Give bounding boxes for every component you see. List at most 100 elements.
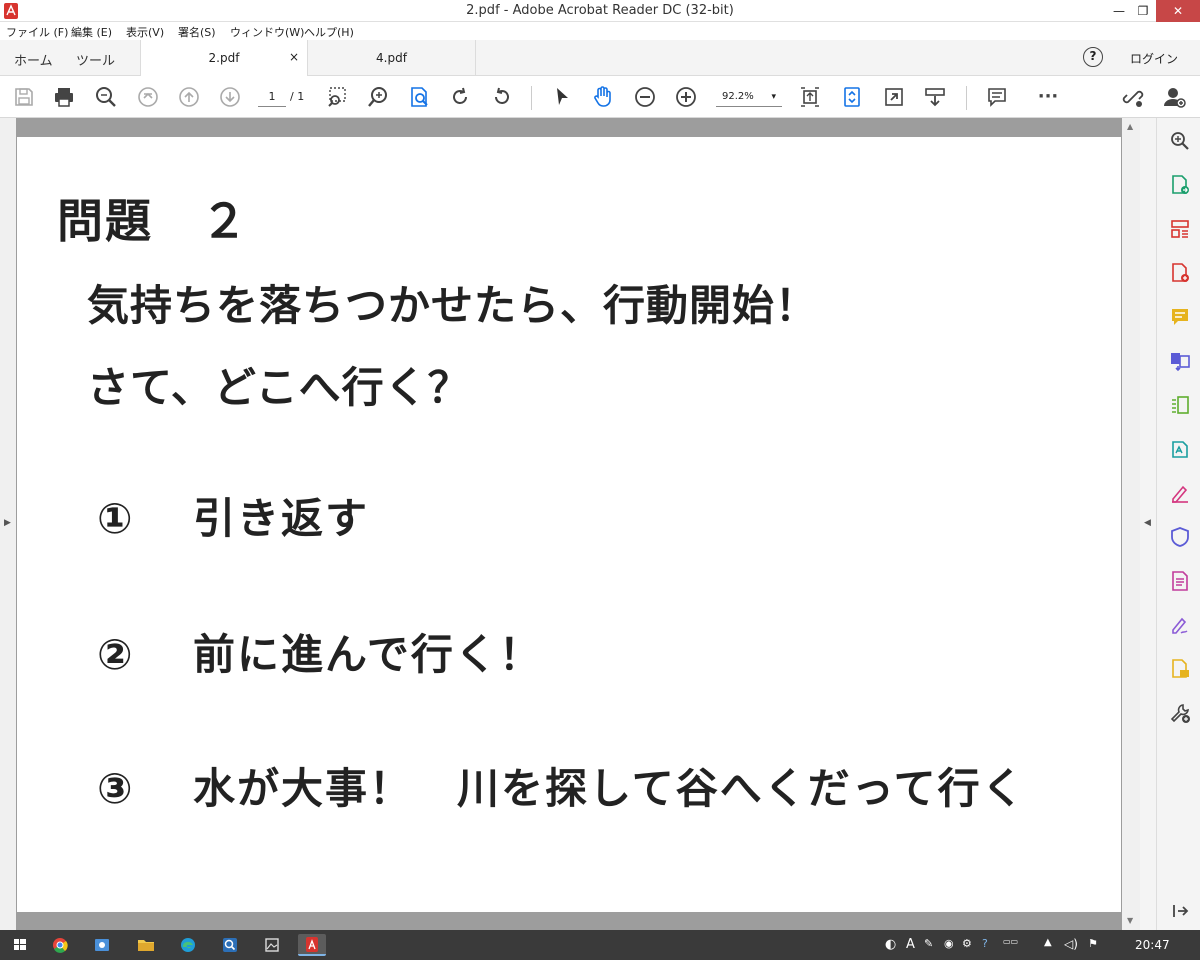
protect-shield-icon[interactable] <box>1169 526 1191 548</box>
combine-files-icon[interactable] <box>1169 350 1191 372</box>
export-pdf-icon[interactable] <box>1169 174 1191 196</box>
doc-tab-4pdf[interactable]: 4.pdf <box>308 40 476 76</box>
minimize-button[interactable]: — <box>1108 0 1130 22</box>
network-flag-icon[interactable]: ⚑ <box>1088 937 1098 950</box>
toolbar-divider <box>531 86 532 110</box>
vertical-scrollbar[interactable]: ▲ ▼ <box>1122 118 1140 930</box>
zoom-icon[interactable] <box>366 85 390 109</box>
zoom-value: 92.2% <box>722 91 754 102</box>
volume-icon[interactable]: ◁) <box>1064 937 1078 951</box>
taskbar-clock[interactable]: 20:47 <box>1135 938 1170 952</box>
file-explorer-icon[interactable] <box>132 934 160 956</box>
fit-page-icon[interactable] <box>798 85 822 109</box>
window-title: 2.pdf - Adobe Acrobat Reader DC (32-bit) <box>466 3 734 18</box>
close-tab-icon[interactable]: × <box>289 50 299 64</box>
fill-sign-icon[interactable] <box>1169 438 1191 460</box>
certificate-sign-icon[interactable] <box>1169 614 1191 636</box>
tray-settings-icon[interactable]: ⚙ <box>962 937 972 950</box>
close-window-button[interactable]: ✕ <box>1156 0 1200 22</box>
send-for-signature-icon[interactable] <box>1169 482 1191 504</box>
menu-window[interactable]: ウィンドウ(W) <box>230 24 304 40</box>
tray-app-icon[interactable]: ◐ <box>885 937 896 952</box>
option-2: ② 前に進んで行く！ <box>97 621 543 682</box>
right-pane-collapse[interactable]: ◀ <box>1140 118 1156 930</box>
question-line-1: 気持ちを落ちつかせたら、行動開始！ <box>87 281 819 330</box>
enhance-zoom-icon[interactable] <box>1169 130 1191 152</box>
tab-bar: ホーム ツール 2.pdf × 4.pdf <box>0 40 1200 76</box>
add-comment-icon[interactable] <box>1169 306 1191 328</box>
rotate-clockwise-icon[interactable] <box>448 85 472 109</box>
tray-expand-icon[interactable]: ▲ <box>1044 937 1052 948</box>
search-app-icon[interactable] <box>216 934 244 956</box>
search-icon[interactable] <box>94 85 118 109</box>
doc-tab-label: 2.pdf <box>208 51 240 65</box>
full-screen-icon[interactable] <box>882 85 906 109</box>
image-viewer-icon[interactable] <box>258 934 286 956</box>
first-page-icon[interactable] <box>136 85 160 109</box>
option-number: ② <box>97 630 135 679</box>
zoom-out-icon[interactable] <box>633 85 657 109</box>
stamp-icon[interactable] <box>1169 658 1191 680</box>
tray-kana-icon[interactable]: ▭▭ <box>1003 937 1018 946</box>
marquee-zoom-icon[interactable] <box>326 85 350 109</box>
more-tools-icon[interactable]: ··· <box>1036 86 1060 110</box>
comment-icon[interactable] <box>985 85 1009 109</box>
option-text: 前に進んで行く！ <box>193 630 543 679</box>
forms-icon[interactable] <box>1169 570 1191 592</box>
share-link-icon[interactable] <box>1121 85 1145 109</box>
hand-tool-icon[interactable] <box>591 85 615 109</box>
title-bar: 2.pdf - Adobe Acrobat Reader DC (32-bit)… <box>0 0 1200 22</box>
edit-pdf-icon[interactable] <box>1169 394 1191 416</box>
scroll-down-icon[interactable]: ▼ <box>1127 916 1133 925</box>
option-3: ③ 水が大事！ 川を探して谷へくだって行く <box>97 755 1026 816</box>
ime-mode-indicator[interactable]: A <box>906 937 915 952</box>
menu-view[interactable]: 表示(V) <box>126 24 164 40</box>
tab-home[interactable]: ホーム <box>14 50 53 69</box>
app-window-icon[interactable] <box>88 934 116 956</box>
chrome-icon[interactable] <box>46 934 74 956</box>
pdf-page: 問題 ２ 気持ちを落ちつかせたら、行動開始！ さて、どこへ行く？ ① 引き返す ②… <box>17 137 1121 912</box>
rotate-counterclockwise-icon[interactable] <box>490 85 514 109</box>
zoom-in-icon[interactable] <box>674 85 698 109</box>
read-mode-icon[interactable] <box>923 85 947 109</box>
next-page-icon[interactable] <box>218 85 242 109</box>
tab-tools[interactable]: ツール <box>76 50 115 69</box>
acrobat-taskbar-icon[interactable] <box>298 934 326 956</box>
restore-button[interactable]: ❐ <box>1132 0 1154 22</box>
option-number: ① <box>97 494 135 543</box>
login-link[interactable]: ログイン <box>1130 50 1178 67</box>
find-text-icon[interactable] <box>408 85 432 109</box>
zoom-level-dropdown[interactable]: 92.2% ▾ <box>716 87 782 107</box>
page-number-input[interactable]: 1 <box>258 87 286 107</box>
scroll-mode-icon[interactable] <box>840 85 864 109</box>
save-icon[interactable] <box>12 85 36 109</box>
windows-start-icon[interactable] <box>6 934 34 956</box>
menu-sign[interactable]: 署名(S) <box>178 24 216 40</box>
menu-bar: ファイル (F) 編集 (E) 表示(V) 署名(S) ウィンドウ(W) ヘルプ… <box>0 22 1200 40</box>
option-number: ③ <box>97 764 135 813</box>
menu-file[interactable]: ファイル (F) <box>6 24 68 40</box>
tray-dictionary-icon[interactable]: ◉ <box>944 937 954 950</box>
question-line-2: さて、どこへ行く？ <box>87 363 471 412</box>
option-1: ① 引き返す <box>97 485 369 546</box>
collapse-pane-icon[interactable] <box>1169 900 1191 922</box>
create-pdf-icon[interactable] <box>1169 262 1191 284</box>
doc-tab-2pdf[interactable]: 2.pdf × <box>140 40 308 76</box>
chevron-left-icon: ◀ <box>1144 518 1151 528</box>
scroll-up-icon[interactable]: ▲ <box>1127 122 1133 131</box>
menu-help[interactable]: ヘルプ(H) <box>304 24 354 40</box>
edge-browser-icon[interactable] <box>174 934 202 956</box>
organize-pages-icon[interactable] <box>1169 218 1191 240</box>
print-icon[interactable] <box>52 85 76 109</box>
select-cursor-icon[interactable] <box>550 85 574 109</box>
prev-page-icon[interactable] <box>177 85 201 109</box>
tray-help-icon[interactable]: ? <box>982 937 988 950</box>
tray-ime-tools-icon[interactable]: ✎ <box>924 937 933 950</box>
left-panel-toggle[interactable]: ▶ <box>0 118 16 930</box>
more-tools-wrench-icon[interactable] <box>1169 702 1191 724</box>
menu-edit[interactable]: 編集 (E) <box>71 24 112 40</box>
help-icon[interactable]: ? <box>1083 47 1103 67</box>
toolbar-divider <box>966 86 967 110</box>
chevron-right-icon: ▶ <box>4 518 11 528</box>
share-user-icon[interactable] <box>1162 85 1186 109</box>
